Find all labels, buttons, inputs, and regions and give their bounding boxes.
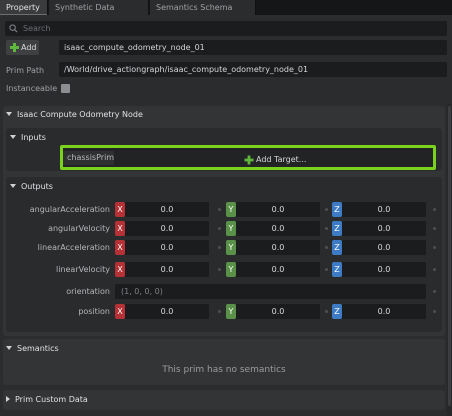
plus-icon	[244, 155, 254, 165]
position-y[interactable]: 0.0	[236, 304, 320, 319]
add-button-label: Add	[21, 43, 37, 52]
x-axis-badge: X	[115, 304, 125, 319]
drag-handle-dot	[218, 227, 221, 230]
inputs-title: Inputs	[21, 133, 46, 142]
position-label: position	[78, 307, 110, 316]
drag-handle-dot	[325, 310, 328, 313]
z-axis-badge: Z	[332, 304, 342, 319]
angular-velocity-x[interactable]: 0.0	[125, 221, 209, 236]
drag-handle-dot	[433, 246, 436, 249]
drag-handle-dot	[433, 227, 436, 230]
x-axis-badge: X	[115, 202, 125, 217]
linear-acceleration-y[interactable]: 0.0	[236, 240, 320, 255]
instanceable-checkbox[interactable]	[61, 84, 70, 93]
semantics-section	[3, 339, 445, 385]
expand-triangle-icon	[6, 395, 10, 402]
y-axis-badge: Y	[226, 202, 236, 217]
tab-synthetic-data-recorder[interactable]: Synthetic Data Recorder	[49, 0, 149, 27]
linear-acceleration-x[interactable]: 0.0	[125, 240, 209, 255]
z-axis-badge: Z	[332, 202, 342, 217]
linear-velocity-label: linearVelocity	[55, 265, 110, 274]
prim-custom-data-title: Prim Custom Data	[15, 395, 88, 404]
search-box[interactable]: Search	[5, 21, 447, 36]
prim-path-field[interactable]: /World/drive_actiongraph/isaac_compute_o…	[59, 62, 447, 77]
outputs-header[interactable]: Outputs	[10, 180, 53, 194]
search-input[interactable]: Search	[23, 21, 50, 36]
collapse-triangle-icon	[6, 345, 12, 350]
angular-acceleration-z[interactable]: 0.0	[342, 202, 426, 217]
position-z[interactable]: 0.0	[342, 304, 426, 319]
x-axis-badge: X	[115, 240, 125, 255]
drag-handle-dot	[218, 268, 221, 271]
add-target-button[interactable]: Add Target...	[244, 153, 306, 167]
x-axis-badge: X	[115, 262, 125, 277]
odometry-node-header[interactable]: Isaac Compute Odometry Node	[6, 108, 143, 122]
add-button[interactable]: Add	[6, 40, 39, 55]
angular-velocity-y[interactable]: 0.0	[236, 221, 320, 236]
y-axis-badge: Y	[226, 262, 236, 277]
angular-acceleration-y[interactable]: 0.0	[236, 202, 320, 217]
tab-bar: Property Synthetic Data Recorder Semanti…	[0, 0, 452, 27]
drag-handle-dot	[433, 268, 436, 271]
chassis-prim-label: chassisPrim	[63, 151, 114, 165]
z-axis-badge: Z	[332, 262, 342, 277]
collapse-triangle-icon	[6, 111, 12, 116]
angular-velocity-label: angularVelocity	[48, 224, 110, 233]
drag-handle-dot	[325, 246, 328, 249]
angular-velocity-z[interactable]: 0.0	[342, 221, 426, 236]
orientation-label: orientation	[66, 287, 110, 296]
search-icon	[9, 24, 18, 33]
instanceable-label: Instanceable	[6, 84, 58, 93]
linear-velocity-y[interactable]: 0.0	[236, 262, 320, 277]
tab-property[interactable]: Property	[0, 0, 48, 15]
prim-custom-data-header[interactable]: Prim Custom Data	[6, 393, 88, 407]
drag-handle-dot	[325, 208, 328, 211]
prim-name-field[interactable]: isaac_compute_odometry_node_01	[59, 40, 447, 55]
linear-acceleration-z[interactable]: 0.0	[342, 240, 426, 255]
drag-handle-dot	[433, 310, 436, 313]
drag-handle-dot	[218, 246, 221, 249]
z-axis-badge: Z	[332, 221, 342, 236]
drag-handle-dot	[218, 310, 221, 313]
orientation-field[interactable]: (1, 0, 0, 0)	[115, 284, 426, 299]
semantics-header[interactable]: Semantics	[6, 342, 59, 356]
drag-handle-dot	[433, 208, 436, 211]
collapse-triangle-icon	[10, 183, 16, 188]
drag-handle-dot	[325, 268, 328, 271]
semantics-empty-message: This prim has no semantics	[162, 365, 286, 375]
tab-semantics-schema-editor[interactable]: Semantics Schema Editor	[150, 0, 256, 27]
angular-acceleration-label: angularAcceleration	[29, 205, 110, 214]
plus-icon	[10, 43, 19, 52]
prim-path-label: Prim Path	[6, 66, 45, 75]
linear-velocity-z[interactable]: 0.0	[342, 262, 426, 277]
scrollbar-thumb[interactable]	[448, 106, 451, 406]
drag-handle-dot	[218, 208, 221, 211]
collapse-triangle-icon	[10, 134, 16, 139]
y-axis-badge: Y	[226, 240, 236, 255]
linear-velocity-x[interactable]: 0.0	[125, 262, 209, 277]
inputs-header[interactable]: Inputs	[10, 131, 46, 145]
y-axis-badge: Y	[226, 304, 236, 319]
outputs-title: Outputs	[21, 182, 53, 191]
drag-handle-dot	[325, 227, 328, 230]
z-axis-badge: Z	[332, 240, 342, 255]
linear-acceleration-label: linearAcceleration	[37, 243, 110, 252]
position-x[interactable]: 0.0	[125, 304, 209, 319]
y-axis-badge: Y	[226, 221, 236, 236]
drag-handle-dot	[433, 290, 436, 293]
semantics-title: Semantics	[17, 344, 59, 353]
x-axis-badge: X	[115, 221, 125, 236]
angular-acceleration-x[interactable]: 0.0	[125, 202, 209, 217]
odometry-node-title: Isaac Compute Odometry Node	[17, 110, 143, 119]
